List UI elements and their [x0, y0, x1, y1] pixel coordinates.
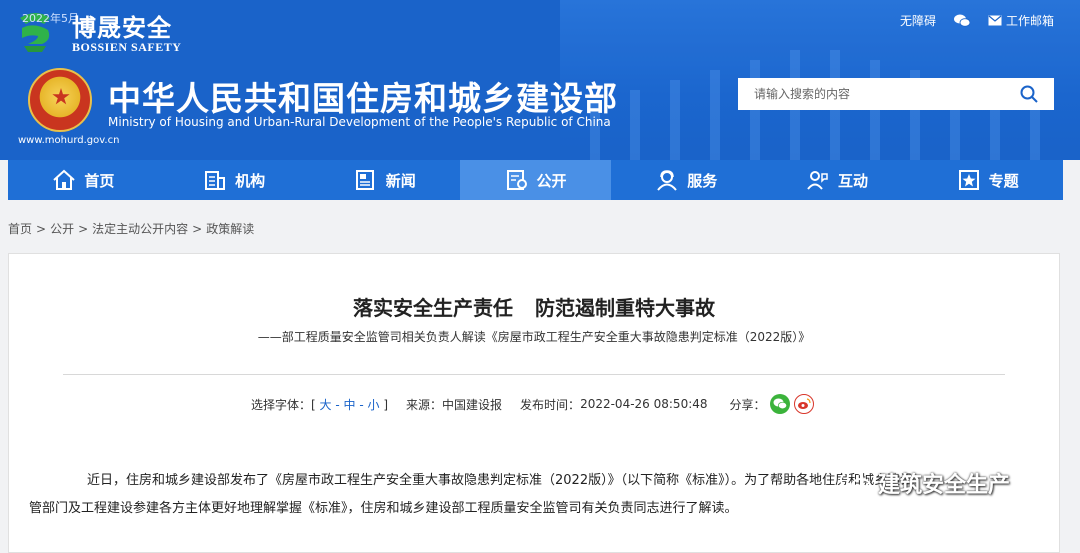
home-icon — [53, 169, 76, 190]
tab-organization[interactable]: 机构 — [159, 160, 310, 200]
accessibility-link[interactable]: 无障碍 — [900, 12, 936, 29]
wechat-watermark-icon — [840, 470, 871, 494]
tab-news[interactable]: 新闻 — [309, 160, 460, 200]
wechat-link[interactable] — [953, 14, 970, 27]
tab-interaction[interactable]: 互动 — [762, 160, 913, 200]
font-size-small[interactable]: 小 — [367, 398, 379, 412]
breadcrumb-home[interactable]: 首页 — [8, 222, 32, 236]
watermark-brand: 博晟安全 — [72, 14, 172, 42]
font-size-selector: 选择字体：[ 大 - 中 - 小 ] — [251, 397, 389, 412]
article-title-part1: 落实安全生产责任 — [353, 296, 513, 320]
mail-label: 工作邮箱 — [1005, 14, 1054, 28]
main-nav: 首页 机构 新闻 公开 服务 互动 专题 — [8, 160, 1063, 200]
watermark-bottom-text: 建筑安全生产 — [878, 473, 1011, 498]
watermark-bottom: 建筑安全生产 — [840, 467, 1010, 499]
article: 落实安全生产责任 防范遏制重特大事故 ——部工程质量安全监管司相关负责人解读《房屋… — [8, 253, 1060, 553]
article-title-part2: 防范遏制重特大事故 — [535, 296, 715, 320]
site-title-en: Ministry of Housing and Urban-Rural Deve… — [108, 115, 611, 129]
tab-service-label: 服务 — [687, 171, 718, 190]
national-emblem-icon — [28, 68, 92, 132]
time-label: 发布时间： — [520, 397, 581, 412]
tab-home[interactable]: 首页 — [8, 160, 159, 200]
search-icon[interactable] — [1020, 85, 1038, 103]
article-meta: 选择字体：[ 大 - 中 - 小 ] 来源： 中国建设报 发布时间： 2022-… — [251, 394, 814, 414]
building-icon — [205, 171, 226, 190]
tab-interaction-label: 互动 — [837, 171, 868, 190]
tab-topic[interactable]: 专题 — [912, 160, 1063, 200]
breadcrumb-separator: > — [78, 222, 89, 236]
news-icon — [355, 170, 374, 190]
tab-public[interactable]: 公开 — [460, 160, 611, 200]
article-title: 落实安全生产责任 防范遏制重特大事故 — [9, 292, 1059, 321]
wechat-share-icon[interactable] — [769, 394, 790, 414]
watermark-brand-en: BOSSIEN SAFETY — [72, 40, 182, 54]
source-value: 中国建设报 — [442, 397, 503, 412]
breadcrumb-statutory[interactable]: 法定主动公开内容 — [92, 222, 188, 236]
article-subtitle: ——部工程质量安全监管司相关负责人解读《房屋市政工程生产安全重大事故隐患判定标准… — [257, 330, 811, 344]
tab-news-label: 新闻 — [385, 171, 416, 190]
mail-icon — [988, 15, 1002, 26]
share-label: 分享： — [729, 397, 766, 412]
site-header: 2022年5月 博晟安全 BOSSIEN SAFETY 无障碍 工作邮箱 www… — [0, 0, 1080, 160]
breadcrumb-public[interactable]: 公开 — [50, 222, 74, 236]
tab-home-label: 首页 — [84, 171, 115, 190]
breadcrumb-separator: > — [192, 222, 203, 236]
search-input[interactable] — [752, 86, 1006, 102]
mail-link[interactable]: 工作邮箱 — [988, 12, 1054, 29]
accessibility-label: 无障碍 — [899, 14, 936, 28]
wechat-icon — [953, 14, 970, 27]
site-url: www.mohurd.gov.cn — [18, 135, 120, 146]
source-label: 来源： — [406, 397, 443, 412]
font-size-label: 选择字体：[ — [251, 397, 316, 412]
tab-topic-label: 专题 — [988, 171, 1019, 190]
top-links: 无障碍 工作邮箱 — [900, 12, 1054, 29]
search-box — [738, 78, 1054, 110]
font-size-bracket: ] — [383, 397, 389, 412]
topic-icon — [958, 170, 979, 190]
article-paragraph-2: 管部门及工程建设参建各方主体更好地理解掌握《标准》，住房和城乡建设部工程质量安全… — [29, 501, 738, 516]
font-size-large[interactable]: 大 — [320, 398, 332, 412]
service-icon — [657, 170, 677, 191]
breadcrumb-separator: > — [36, 222, 47, 236]
watermark-date: 2022年5月 — [22, 12, 79, 25]
tab-public-label: 公开 — [536, 171, 567, 190]
divider — [63, 374, 1005, 375]
tab-service[interactable]: 服务 — [611, 160, 762, 200]
interaction-icon — [807, 171, 828, 190]
tab-organization-label: 机构 — [235, 171, 266, 190]
breadcrumb: 首页 > 公开 > 法定主动公开内容 > 政策解读 — [8, 220, 254, 237]
time-value: 2022-04-26 08:50:48 — [580, 397, 708, 411]
weibo-share-icon[interactable] — [793, 394, 814, 414]
public-icon — [506, 170, 527, 190]
breadcrumb-policy[interactable]: 政策解读 — [206, 222, 254, 236]
font-size-medium[interactable]: 中 — [344, 398, 356, 412]
site-title: 中华人民共和国住房和城乡建设部 — [108, 79, 618, 118]
